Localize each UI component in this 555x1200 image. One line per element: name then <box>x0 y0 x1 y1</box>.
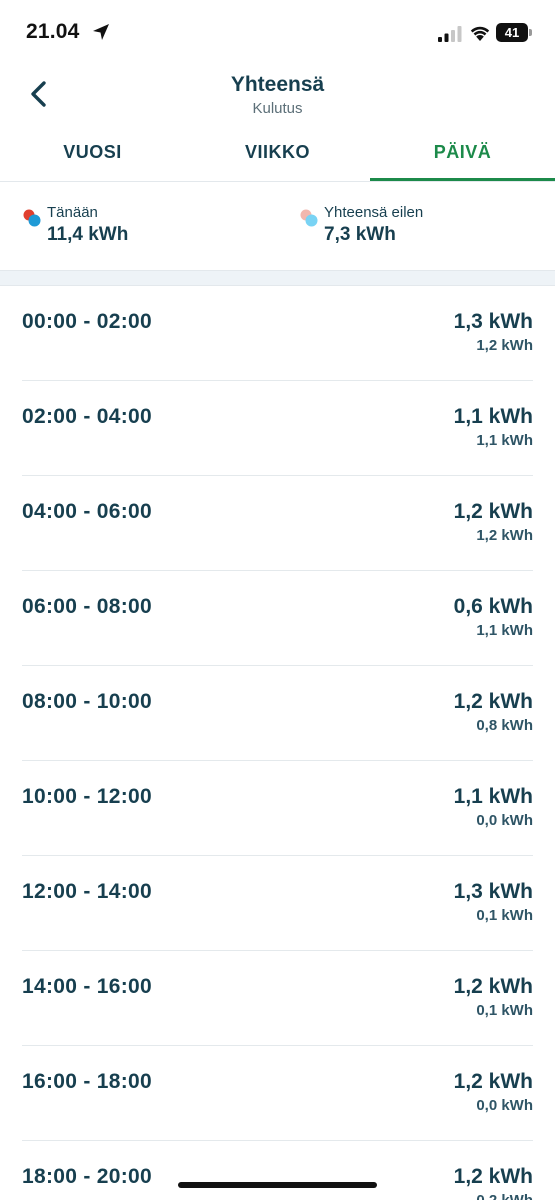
tab-viikko[interactable]: VIIKKO <box>185 126 370 181</box>
legend: Tänään 11,4 kWh Yhteensä eilen 7,3 kWh <box>0 182 555 270</box>
list-item[interactable]: 08:00 - 10:00 1,2 kWh 0,8 kWh <box>22 666 533 761</box>
previous-value: 0,0 kWh <box>476 812 533 829</box>
consumption-value: 1,2 kWh <box>453 690 533 713</box>
previous-value: 0,2 kWh <box>476 1192 533 1200</box>
consumption-value: 1,1 kWh <box>453 785 533 808</box>
list-item[interactable]: 10:00 - 12:00 1,1 kWh 0,0 kWh <box>22 761 533 856</box>
previous-value: 1,1 kWh <box>476 432 533 449</box>
active-tab-indicator <box>370 178 555 181</box>
time-range: 14:00 - 16:00 <box>22 975 152 998</box>
consumption-value: 1,2 kWh <box>453 975 533 998</box>
legend-value: 11,4 kWh <box>47 224 129 245</box>
list-item[interactable]: 16:00 - 18:00 1,2 kWh 0,0 kWh <box>22 1046 533 1141</box>
time-range: 00:00 - 02:00 <box>22 310 152 333</box>
time-range: 16:00 - 18:00 <box>22 1070 152 1093</box>
previous-value: 0,0 kWh <box>476 1097 533 1114</box>
list-item[interactable]: 18:00 - 20:00 1,2 kWh 0,2 kWh <box>22 1141 533 1200</box>
home-indicator[interactable] <box>178 1182 377 1188</box>
wifi-icon <box>470 26 490 41</box>
time-range: 18:00 - 20:00 <box>22 1165 152 1188</box>
consumption-list: 00:00 - 02:00 1,3 kWh 1,2 kWh 02:00 - 04… <box>0 286 555 1200</box>
location-arrow-icon <box>93 24 109 40</box>
consumption-value: 1,2 kWh <box>453 1070 533 1093</box>
time-range: 10:00 - 12:00 <box>22 785 152 808</box>
previous-value: 1,2 kWh <box>476 337 533 354</box>
consumption-value: 1,3 kWh <box>453 880 533 903</box>
legend-label: Yhteensä eilen <box>324 204 424 221</box>
time-range: 06:00 - 08:00 <box>22 595 152 618</box>
legend-label: Tänään <box>47 204 98 221</box>
time-range: 04:00 - 06:00 <box>22 500 152 523</box>
list-item[interactable]: 00:00 - 02:00 1,3 kWh 1,2 kWh <box>22 286 533 381</box>
time-range: 02:00 - 04:00 <box>22 405 152 428</box>
tab-paiva[interactable]: PÄIVÄ <box>370 126 555 181</box>
tab-vuosi[interactable]: VUOSI <box>0 126 185 181</box>
page-title: Yhteensä <box>230 73 325 96</box>
consumption-value: 0,6 kWh <box>453 595 533 618</box>
list-item[interactable]: 04:00 - 06:00 1,2 kWh 1,2 kWh <box>22 476 533 571</box>
previous-value: 0,1 kWh <box>476 907 533 924</box>
consumption-value: 1,3 kWh <box>453 310 533 333</box>
list-item[interactable]: 06:00 - 08:00 0,6 kWh 1,1 kWh <box>22 571 533 666</box>
status-time: 21.04 <box>26 20 80 43</box>
list-item[interactable]: 14:00 - 16:00 1,2 kWh 0,1 kWh <box>22 951 533 1046</box>
consumption-value: 1,2 kWh <box>453 500 533 523</box>
battery-cap <box>529 29 532 36</box>
legend-value: 7,3 kWh <box>324 224 396 245</box>
previous-value: 1,1 kWh <box>476 622 533 639</box>
time-range: 08:00 - 10:00 <box>22 690 152 713</box>
section-divider <box>0 270 555 286</box>
list-item[interactable]: 12:00 - 14:00 1,3 kWh 0,1 kWh <box>22 856 533 951</box>
previous-value: 0,8 kWh <box>476 717 533 734</box>
previous-value: 0,1 kWh <box>476 1002 533 1019</box>
battery-indicator: 41 <box>496 23 532 42</box>
page-subtitle: Kulutus <box>252 100 303 117</box>
list-item[interactable]: 02:00 - 04:00 1,1 kWh 1,1 kWh <box>22 381 533 476</box>
legend-dots-icon <box>23 209 41 227</box>
time-range: 12:00 - 14:00 <box>22 880 152 903</box>
consumption-value: 1,2 kWh <box>453 1165 533 1188</box>
header: Yhteensä Kulutus <box>0 64 555 126</box>
period-tabs: VUOSI VIIKKO PÄIVÄ <box>0 126 555 182</box>
consumption-value: 1,1 kWh <box>453 405 533 428</box>
battery-level: 41 <box>496 23 528 42</box>
cellular-signal-icon <box>438 26 462 42</box>
legend-dots-icon <box>300 209 318 227</box>
status-bar: 21.04 41 <box>0 0 555 64</box>
previous-value: 1,2 kWh <box>476 527 533 544</box>
